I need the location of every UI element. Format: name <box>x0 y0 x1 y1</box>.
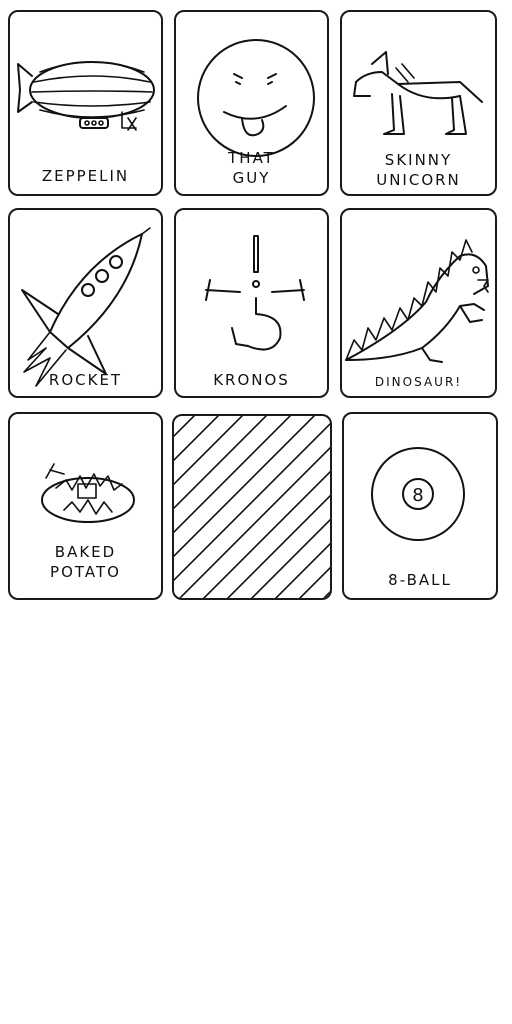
card-label: ROCKET <box>48 371 123 389</box>
card-label: THAT GUY <box>228 149 275 187</box>
card-zeppelin[interactable]: ZEPPELIN <box>8 10 163 196</box>
hatched-blank-icon <box>174 416 330 598</box>
card-rocket[interactable]: ROCKET <box>8 208 163 398</box>
card-label: ZEPPELIN <box>41 167 130 185</box>
card-label: 8-BALL <box>388 571 452 589</box>
card-that-guy[interactable]: THAT GUY <box>174 10 329 196</box>
eight-ball-number: 8 <box>412 485 423 506</box>
card-dinosaur[interactable]: DINOSAUR! <box>340 208 497 398</box>
card-kronos[interactable]: KRONOS <box>174 208 329 398</box>
card-label: SKINNY UNICORN <box>376 151 461 189</box>
card-baked-potato[interactable]: BAKED POTATO <box>8 412 163 600</box>
card-label: BAKED POTATO <box>50 543 121 581</box>
card-label: KRONOS <box>213 371 290 389</box>
card-skinny-unicorn[interactable]: SKINNY UNICORN <box>340 10 497 196</box>
card-label: DINOSAUR! <box>374 375 463 389</box>
dinosaur-icon <box>345 239 489 363</box>
card-hatched-blank[interactable] <box>172 414 332 600</box>
card-8-ball[interactable]: 8 8-BALL <box>342 412 498 600</box>
